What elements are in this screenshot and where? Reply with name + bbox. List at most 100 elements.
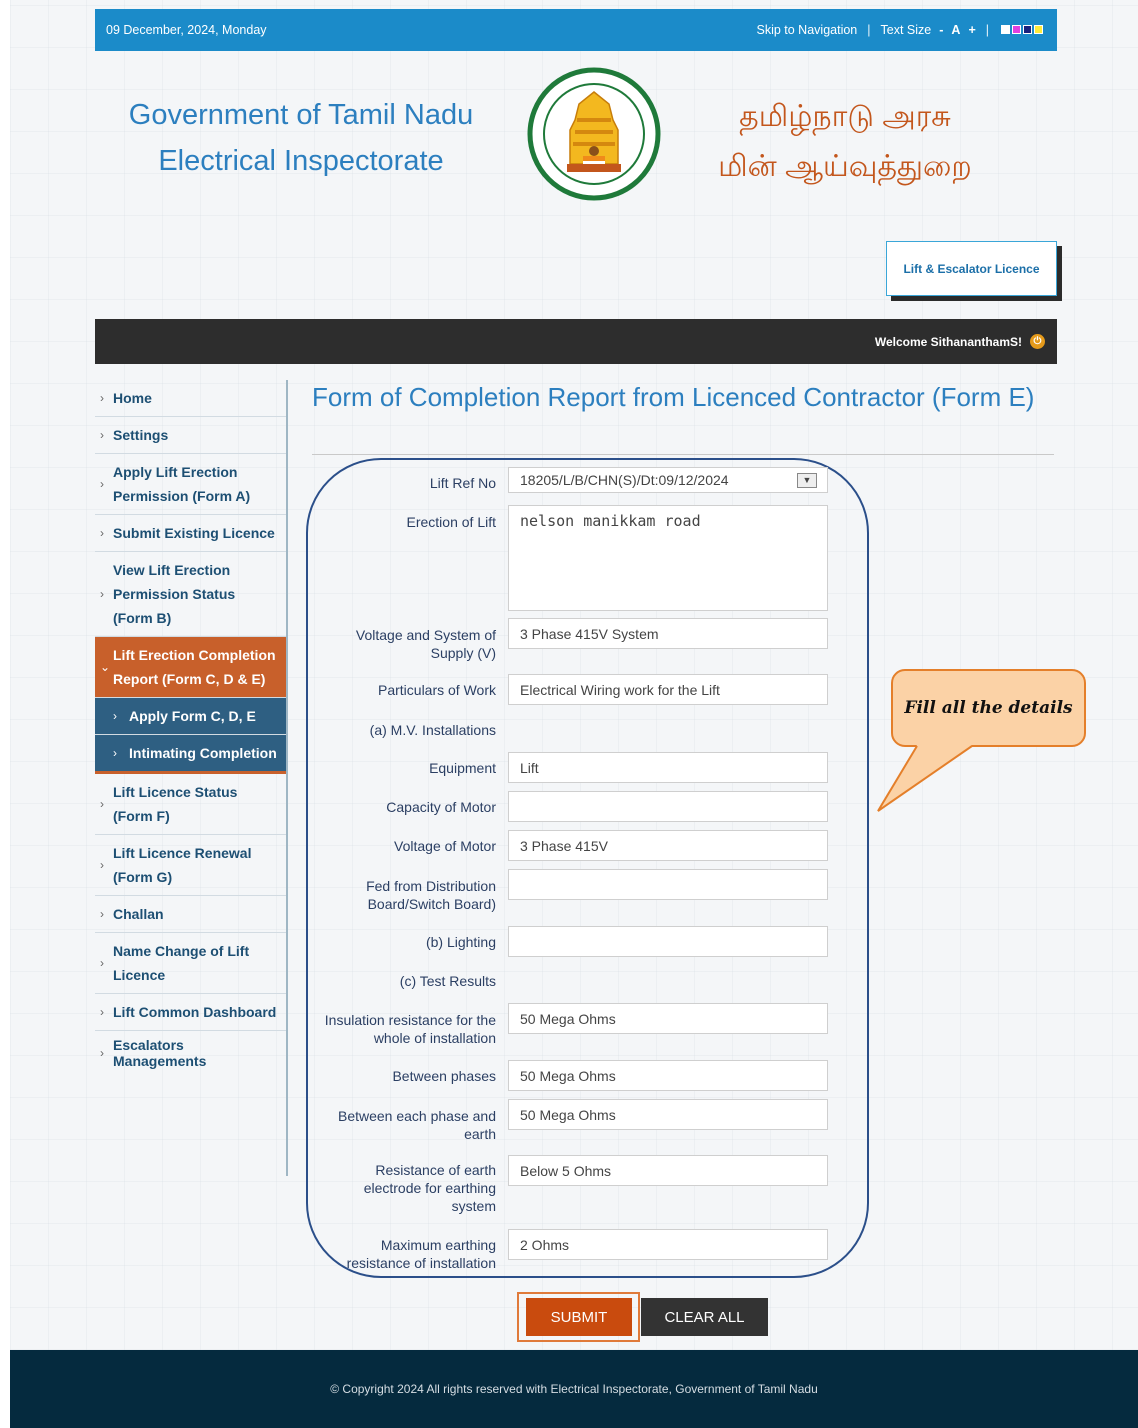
sidebar-item-licence-status[interactable]: › Lift Licence Status (Form F)	[95, 774, 286, 835]
equipment-label: Equipment	[429, 760, 496, 776]
sidebar-item-label: Lift Common Dashboard	[113, 1004, 277, 1020]
current-date: 09 December, 2024, Monday	[106, 23, 267, 37]
callout-bubble: Fill all the details	[891, 669, 1086, 747]
particulars-label: Particulars of Work	[378, 682, 496, 698]
sidebar-item-label: Lift Licence Renewal (Form G)	[113, 845, 252, 885]
sidebar-nav: › Home › Settings › Apply Lift Erection Per…	[95, 380, 288, 1176]
chevron-right-icon: ›	[100, 526, 104, 540]
tamil-title-line-2: மின் ஆய்வுத்துறை	[718, 150, 972, 183]
sidebar-item-label: Submit Existing Licence	[113, 525, 275, 541]
sidebar-item-label: View Lift Erection Permission Status (Fo…	[113, 562, 236, 626]
chevron-right-icon: ›	[100, 587, 104, 601]
erection-textarea[interactable]: nelson manikkam road	[508, 505, 828, 611]
capacity-input[interactable]	[508, 791, 828, 822]
earth-electrode-input[interactable]: Below 5 Ohms	[508, 1155, 828, 1186]
chevron-right-icon: ›	[100, 1046, 104, 1060]
copyright-text: © Copyright 2024 All rights reserved wit…	[330, 1382, 818, 1396]
sidebar-item-apply-form-a[interactable]: › Apply Lift Erection Permission (Form A)	[95, 454, 286, 515]
earth-electrode-label: Resistance of earth electrode for earthi…	[363, 1162, 496, 1214]
max-earthing-input[interactable]: 2 Ohms	[508, 1229, 828, 1260]
site-footer: © Copyright 2024 All rights reserved wit…	[10, 1350, 1138, 1428]
max-earthing-label: Maximum earthing resistance of installat…	[346, 1237, 496, 1271]
sidebar-item-label: Apply Lift Erection Permission (Form A)	[113, 464, 251, 504]
phase-earth-label: Between each phase and earth	[337, 1108, 496, 1142]
title-line-1: Government of Tamil Nadu	[128, 99, 474, 131]
welcome-text: Welcome SithananthamS!	[874, 334, 1022, 349]
mv-installations-label: (a) M.V. Installations	[369, 722, 496, 738]
particulars-input[interactable]: Electrical Wiring work for the Lift	[508, 674, 828, 705]
chevron-right-icon: ›	[100, 956, 104, 970]
voltage-system-input[interactable]: 3 Phase 415V System	[508, 618, 828, 649]
sidebar-item-common-dashboard[interactable]: › Lift Common Dashboard	[95, 994, 286, 1031]
sidebar-subitem-intimating-completion[interactable]: › Intimating Completion	[95, 735, 286, 774]
lighting-label: (b) Lighting	[425, 934, 496, 950]
erection-label: Erection of Lift	[406, 514, 497, 530]
theme-switcher	[999, 23, 1043, 37]
chevron-right-icon: ›	[100, 858, 104, 872]
equipment-input[interactable]: Lift	[508, 752, 828, 783]
sidebar-item-label: Settings	[113, 427, 169, 443]
text-size-label: Text Size	[880, 23, 932, 37]
sidebar-item-label: Intimating Completion	[129, 745, 277, 761]
text-increase-button[interactable]: +	[968, 23, 975, 37]
site-header: Government of Tamil Nadu Electrical Insp…	[95, 55, 1057, 305]
phase-earth-input[interactable]: 50 Mega Ohms	[508, 1099, 828, 1130]
sidebar-item-label: Escalators Managements	[113, 1037, 207, 1069]
divider: |	[867, 23, 871, 37]
between-phases-label: Between phases	[392, 1068, 496, 1084]
theme-magenta-swatch[interactable]	[1012, 25, 1021, 34]
sidebar-item-settings[interactable]: › Settings	[95, 417, 286, 454]
between-phases-input[interactable]: 50 Mega Ohms	[508, 1060, 828, 1091]
insulation-label: Insulation resistance for the whole of i…	[324, 1012, 496, 1046]
power-icon[interactable]: ⏻	[1030, 334, 1045, 349]
text-decrease-button[interactable]: -	[939, 23, 943, 37]
accessibility-controls: Skip to Navigation | Text Size - A + |	[757, 23, 1043, 37]
chevron-right-icon: ›	[100, 477, 104, 491]
sidebar-item-view-permission-status[interactable]: › View Lift Erection Permission Status (F…	[95, 552, 286, 637]
insulation-input[interactable]: 50 Mega Ohms	[508, 1003, 828, 1034]
voltage-motor-label: Voltage of Motor	[394, 838, 496, 854]
sidebar-item-label: Lift Licence Status (Form F)	[113, 784, 238, 824]
text-reset-button[interactable]: A	[951, 23, 960, 37]
fed-from-label: Fed from Distribution Board/Switch Board…	[366, 878, 496, 912]
welcome-bar: Welcome SithananthamS! ⏻	[95, 319, 1057, 364]
lighting-input[interactable]	[508, 926, 828, 957]
theme-white-swatch[interactable]	[1001, 25, 1010, 34]
sidebar-item-licence-renewal[interactable]: › Lift Licence Renewal (Form G)	[95, 835, 286, 896]
clear-all-button[interactable]: CLEAR ALL	[641, 1298, 768, 1336]
sidebar-item-home[interactable]: › Home	[95, 380, 286, 417]
chevron-right-icon: ›	[100, 1005, 104, 1019]
tamil-title-line-1: தமிழ்நாடு அரசு	[739, 100, 951, 133]
lift-ref-value: 18205/L/B/CHN(S)/Dt:09/12/2024	[520, 472, 729, 488]
chevron-down-icon: ⌄	[100, 660, 111, 674]
sidebar-item-name-change[interactable]: › Name Change of Lift Licence	[95, 933, 286, 994]
lift-escalator-licence-button[interactable]: Lift & Escalator Licence	[886, 241, 1057, 296]
title-line-2: Electrical Inspectorate	[158, 145, 444, 177]
sidebar-item-label: Home	[113, 390, 152, 406]
theme-yellow-swatch[interactable]	[1034, 25, 1043, 34]
fed-from-input[interactable]	[508, 869, 828, 900]
lift-ref-select[interactable]: 18205/L/B/CHN(S)/Dt:09/12/2024 ▼	[508, 467, 828, 493]
sidebar-item-label: Challan	[113, 906, 164, 922]
sidebar-item-escalators[interactable]: › Escalators Managements	[95, 1031, 286, 1075]
callout-tail	[877, 745, 973, 812]
sidebar-item-submit-existing-licence[interactable]: › Submit Existing Licence	[95, 515, 286, 552]
dropdown-arrow-icon[interactable]: ▼	[797, 473, 817, 488]
submit-button[interactable]: SUBMIT	[526, 1298, 632, 1336]
chevron-right-icon: ›	[100, 797, 104, 811]
lift-ref-label: Lift Ref No	[429, 475, 496, 491]
chevron-right-icon: ›	[113, 746, 117, 760]
divider: |	[985, 23, 989, 37]
skip-navigation-link[interactable]: Skip to Navigation	[757, 23, 858, 37]
sidebar-item-label: Name Change of Lift Licence	[113, 943, 250, 983]
sidebar-subitem-apply-form-cde[interactable]: › Apply Form C, D, E	[95, 698, 286, 735]
sidebar-item-label: Lift Erection Completion Report (Form C,…	[113, 647, 276, 687]
top-bar: 09 December, 2024, Monday Skip to Naviga…	[95, 9, 1057, 51]
sidebar-item-completion-report[interactable]: ⌄ Lift Erection Completion Report (Form C…	[95, 637, 286, 698]
chevron-right-icon: ›	[100, 428, 104, 442]
sidebar-item-challan[interactable]: › Challan	[95, 896, 286, 933]
voltage-motor-input[interactable]: 3 Phase 415V	[508, 830, 828, 861]
theme-navy-swatch[interactable]	[1023, 25, 1032, 34]
tamil-nadu-emblem-icon	[525, 60, 663, 208]
voltage-system-label: Voltage and System of Supply (V)	[355, 627, 496, 661]
